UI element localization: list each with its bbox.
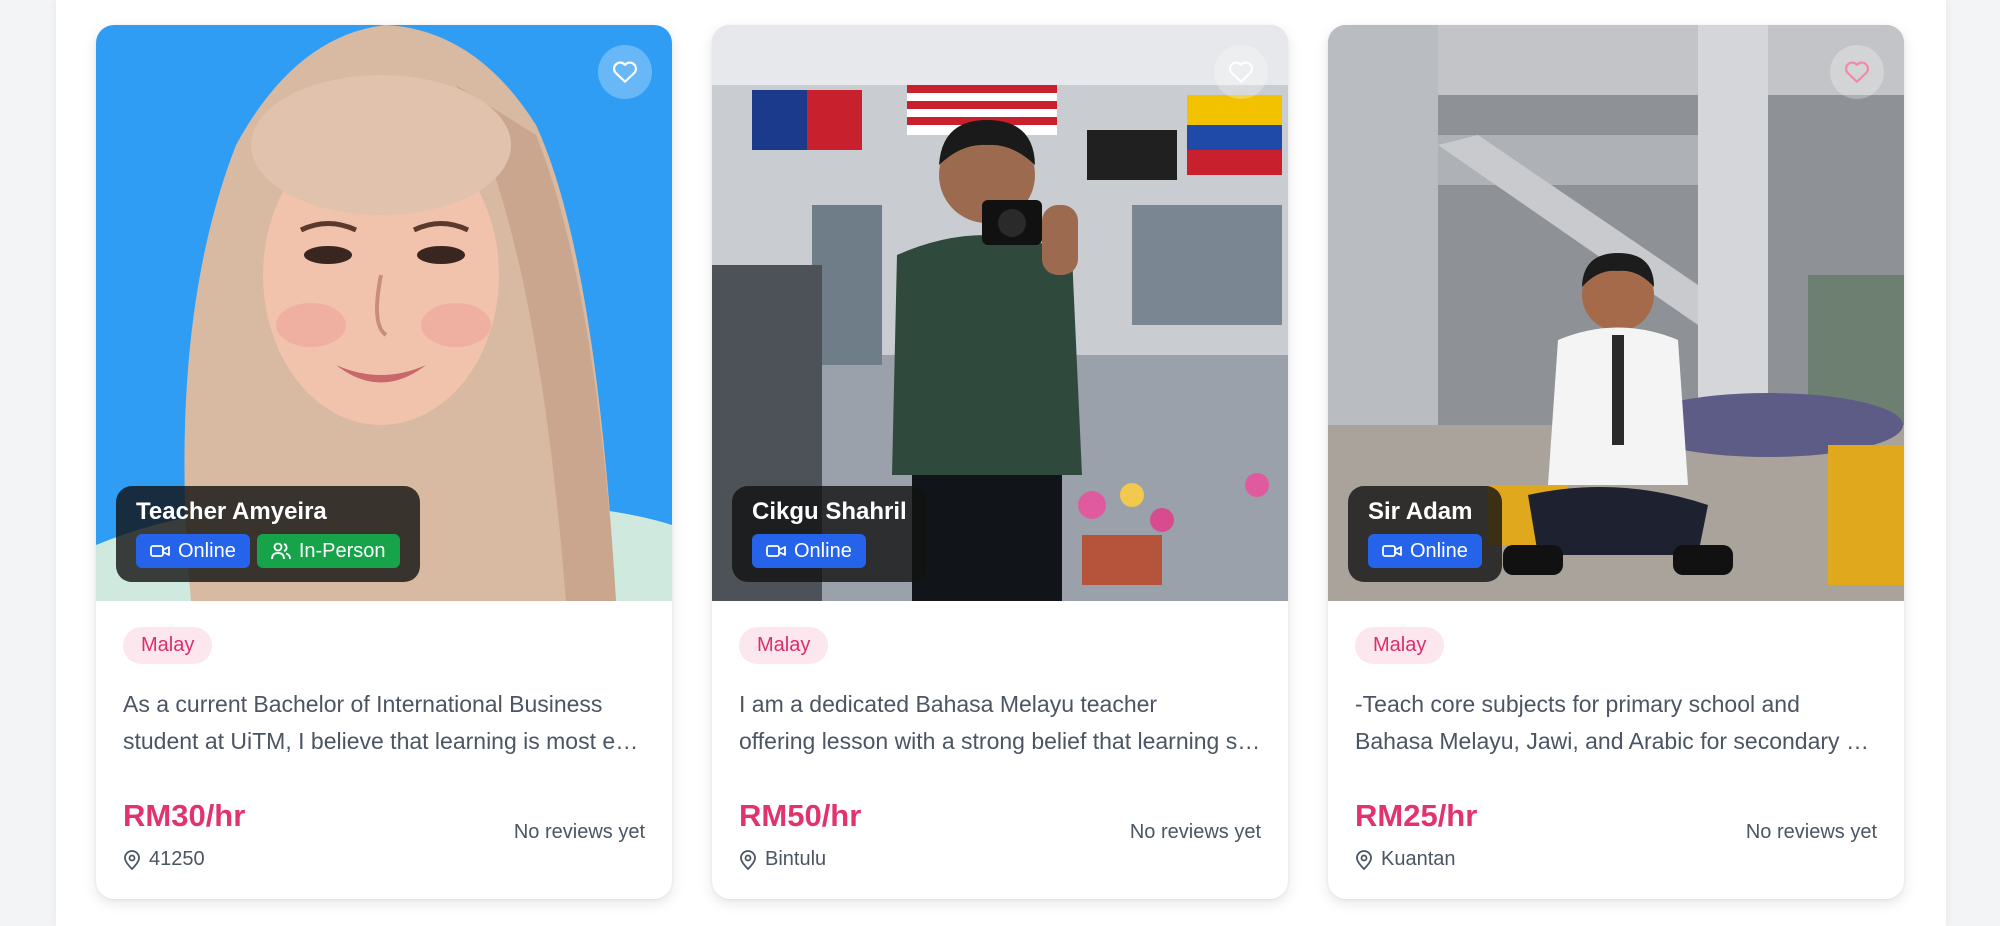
language-badge: Malay: [739, 627, 829, 664]
tutor-results-panel: Teacher Amyeira Online In-Person Malay A…: [56, 0, 1946, 926]
location: 41250: [123, 848, 645, 871]
in-person-label: In-Person: [298, 539, 386, 562]
online-label: Online: [178, 539, 236, 562]
tutor-card-shahril[interactable]: Cikgu Shahril Online Malay I am a dedica…: [712, 25, 1288, 899]
tutor-description: As a current Bachelor of International B…: [123, 686, 645, 760]
favorite-button[interactable]: [1214, 45, 1268, 99]
tutor-photo: Teacher Amyeira Online In-Person: [96, 25, 672, 601]
tutor-name-overlay: Teacher Amyeira Online In-Person: [116, 486, 420, 582]
tutor-description: I am a dedicated Bahasa Melayu teacher o…: [739, 686, 1261, 760]
favorite-button[interactable]: [1830, 45, 1884, 99]
reviews-status: No reviews yet: [1745, 821, 1877, 843]
tutor-name-overlay: Cikgu Shahril Online: [732, 486, 927, 582]
online-badge: Online: [752, 534, 866, 568]
location: Bintulu: [739, 848, 1261, 871]
location: Kuantan: [1355, 848, 1877, 871]
tutor-description: -Teach core subjects for primary school …: [1355, 686, 1877, 760]
online-label: Online: [794, 539, 852, 562]
online-badge: Online: [136, 534, 250, 568]
tutor-card-adam[interactable]: Sir Adam Online Malay -Teach core subjec…: [1328, 25, 1904, 899]
map-pin-icon: [1356, 849, 1372, 870]
favorite-button[interactable]: [598, 45, 652, 99]
description-line: -Teach core subjects for primary school …: [1355, 691, 1800, 717]
map-pin-icon: [124, 849, 140, 870]
description-line: I am a dedicated Bahasa Melayu teacher: [739, 691, 1158, 717]
reviews-status: No reviews yet: [513, 821, 645, 843]
tutor-name: Teacher Amyeira: [136, 498, 327, 525]
video-camera-icon: [150, 545, 170, 557]
description-line: offering lesson with a strong belief tha…: [739, 728, 1261, 754]
description-line: Bahasa Melayu, Jawi, and Arabic for seco…: [1355, 728, 1877, 754]
location-text: Kuantan: [1381, 848, 1456, 870]
tutor-name: Sir Adam: [1368, 498, 1473, 525]
description-line: student at UiTM, I believe that learning…: [123, 728, 645, 754]
language-badge: Malay: [123, 627, 213, 664]
tutor-name: Cikgu Shahril: [752, 498, 907, 525]
online-label: Online: [1410, 539, 1468, 562]
heart-icon: [1845, 61, 1869, 83]
online-badge: Online: [1368, 534, 1482, 568]
reviews-status: No reviews yet: [1129, 821, 1261, 843]
heart-icon: [1229, 61, 1253, 83]
video-camera-icon: [766, 545, 786, 557]
language-badge: Malay: [1355, 627, 1445, 664]
tutor-photo: Sir Adam Online: [1328, 25, 1904, 601]
location-text: Bintulu: [765, 848, 827, 870]
tutor-card-amyeira[interactable]: Teacher Amyeira Online In-Person Malay A…: [96, 25, 672, 899]
location-text: 41250: [149, 848, 205, 870]
in-person-badge: In-Person: [256, 534, 400, 568]
video-camera-icon: [1382, 545, 1402, 557]
users-icon: [270, 542, 291, 560]
tutor-name-overlay: Sir Adam Online: [1348, 486, 1502, 582]
map-pin-icon: [740, 849, 756, 870]
tutor-photo: Cikgu Shahril Online: [712, 25, 1288, 601]
description-line: As a current Bachelor of International B…: [123, 691, 603, 717]
heart-icon: [613, 61, 637, 83]
